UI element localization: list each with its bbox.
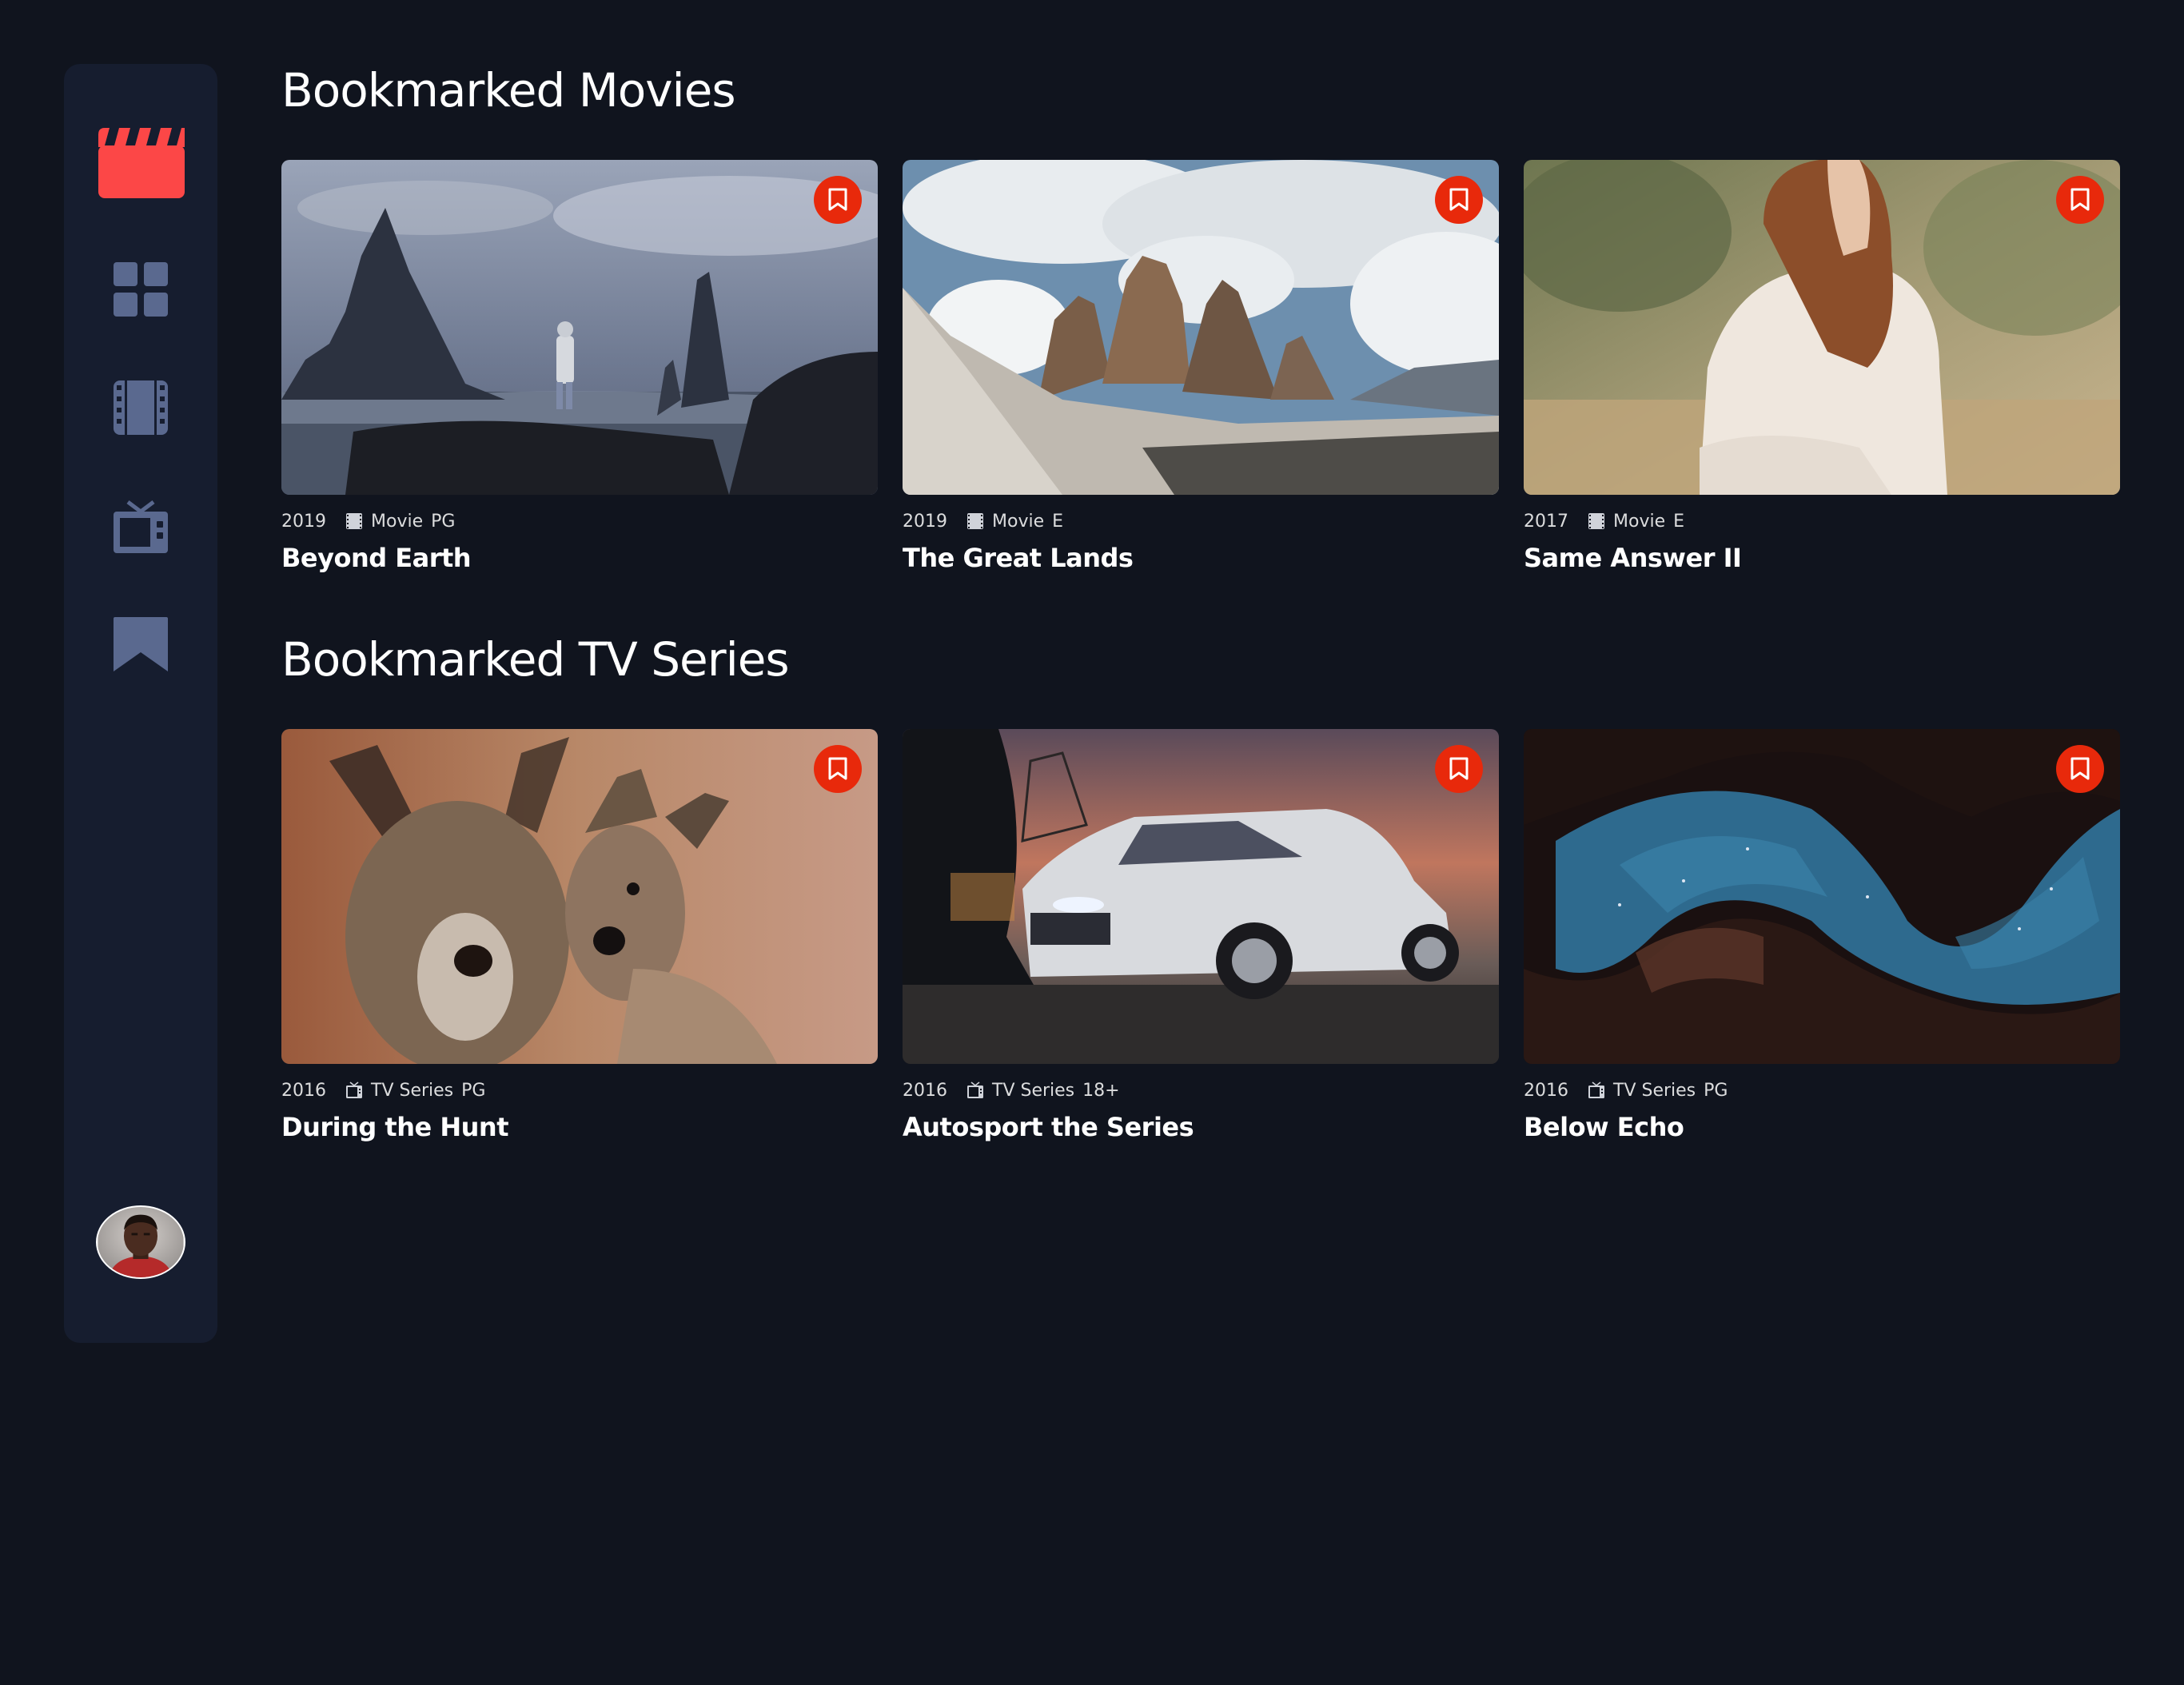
rating: E [1052,511,1064,532]
section-title-movies: Bookmarked Movies [281,63,736,118]
tv-series-card[interactable]: 2016 TV Series PG During the Hunt [281,729,878,1167]
tv-series-card[interactable]: 2016 TV Series 18+ Autosport the Series [903,729,1499,1167]
movie-card[interactable]: 2017 Movie E Same Answer II [1524,160,2120,598]
year: 2016 [281,1080,326,1101]
rating: E [1673,511,1685,532]
bookmark-button[interactable] [1435,176,1483,224]
thumbnail-image [1524,160,2120,495]
thumbnail[interactable] [281,160,878,495]
category: Movie [371,511,424,532]
thumbnail[interactable] [1524,729,2120,1064]
nav-home[interactable] [114,262,168,317]
section-title-tv-series: Bookmarked TV Series [281,632,790,687]
tv-icon [114,500,168,553]
thumbnail[interactable] [1524,160,2120,495]
year: 2016 [1524,1080,1568,1101]
thumbnail-image [1524,729,2120,1064]
category: TV Series [371,1080,454,1101]
thumbnail-image [281,729,878,1064]
card-meta: 2016 TV Series 18+ [903,1078,1499,1102]
rating: PG [431,511,456,532]
card-meta: 2017 Movie E [1524,509,2120,533]
movies-grid: 2019 Movie PG Beyond Earth 2019 Movie E … [281,160,2120,576]
year: 2016 [903,1080,947,1101]
card-title[interactable]: Below Echo [1524,1113,2120,1141]
movie-card[interactable]: 2019 Movie PG Beyond Earth [281,160,878,598]
card-title[interactable]: Same Answer II [1524,544,2120,572]
bookmark-filled-icon [1449,188,1469,211]
rating: PG [461,1080,486,1101]
rating: PG [1704,1080,1728,1101]
grid-icon [114,262,168,317]
film-icon [966,512,984,530]
bookmark-button[interactable] [1435,745,1483,793]
thumbnail-image [903,160,1499,495]
movie-card[interactable]: 2019 Movie E The Great Lands [903,160,1499,598]
bookmark-button[interactable] [814,176,862,224]
bookmark-button[interactable] [2056,745,2104,793]
film-icon [345,512,363,530]
bookmark-button[interactable] [2056,176,2104,224]
nav-bookmarks[interactable] [114,617,168,671]
card-title[interactable]: Autosport the Series [903,1113,1499,1141]
category: TV Series [1613,1080,1696,1101]
category: Movie [1613,511,1666,532]
rating: 18+ [1082,1080,1120,1101]
bookmark-filled-icon [2070,188,2090,211]
card-meta: 2016 TV Series PG [281,1078,878,1102]
bookmark-icon [114,617,168,671]
tv-icon [1588,1082,1605,1099]
thumbnail[interactable] [903,729,1499,1064]
year: 2019 [281,511,326,532]
card-meta: 2016 TV Series PG [1524,1078,2120,1102]
tv-series-grid: 2016 TV Series PG During the Hunt 2016 T… [281,729,2120,1145]
year: 2017 [1524,511,1568,532]
category: Movie [992,511,1045,532]
film-icon [114,380,168,435]
bookmark-filled-icon [828,757,847,780]
category: TV Series [992,1080,1075,1101]
card-title[interactable]: The Great Lands [903,544,1499,572]
user-avatar [98,1207,184,1277]
thumbnail[interactable] [281,729,878,1064]
bookmark-button[interactable] [814,745,862,793]
card-meta: 2019 Movie PG [281,509,878,533]
clapperboard-icon[interactable] [98,128,185,198]
film-icon [1588,512,1605,530]
tv-series-card[interactable]: 2016 TV Series PG Below Echo [1524,729,2120,1167]
card-title[interactable]: Beyond Earth [281,544,878,572]
sidebar [64,64,217,1343]
thumbnail-image [281,160,878,495]
thumbnail[interactable] [903,160,1499,495]
bookmark-filled-icon [828,188,847,211]
thumbnail-image [903,729,1499,1064]
tv-icon [345,1082,363,1099]
avatar[interactable] [96,1205,185,1279]
nav-movies[interactable] [114,380,168,435]
bookmark-filled-icon [2070,757,2090,780]
card-meta: 2019 Movie E [903,509,1499,533]
bookmark-filled-icon [1449,757,1469,780]
card-title[interactable]: During the Hunt [281,1113,878,1141]
year: 2019 [903,511,947,532]
tv-icon [966,1082,984,1099]
nav-tv-series[interactable] [114,499,168,553]
